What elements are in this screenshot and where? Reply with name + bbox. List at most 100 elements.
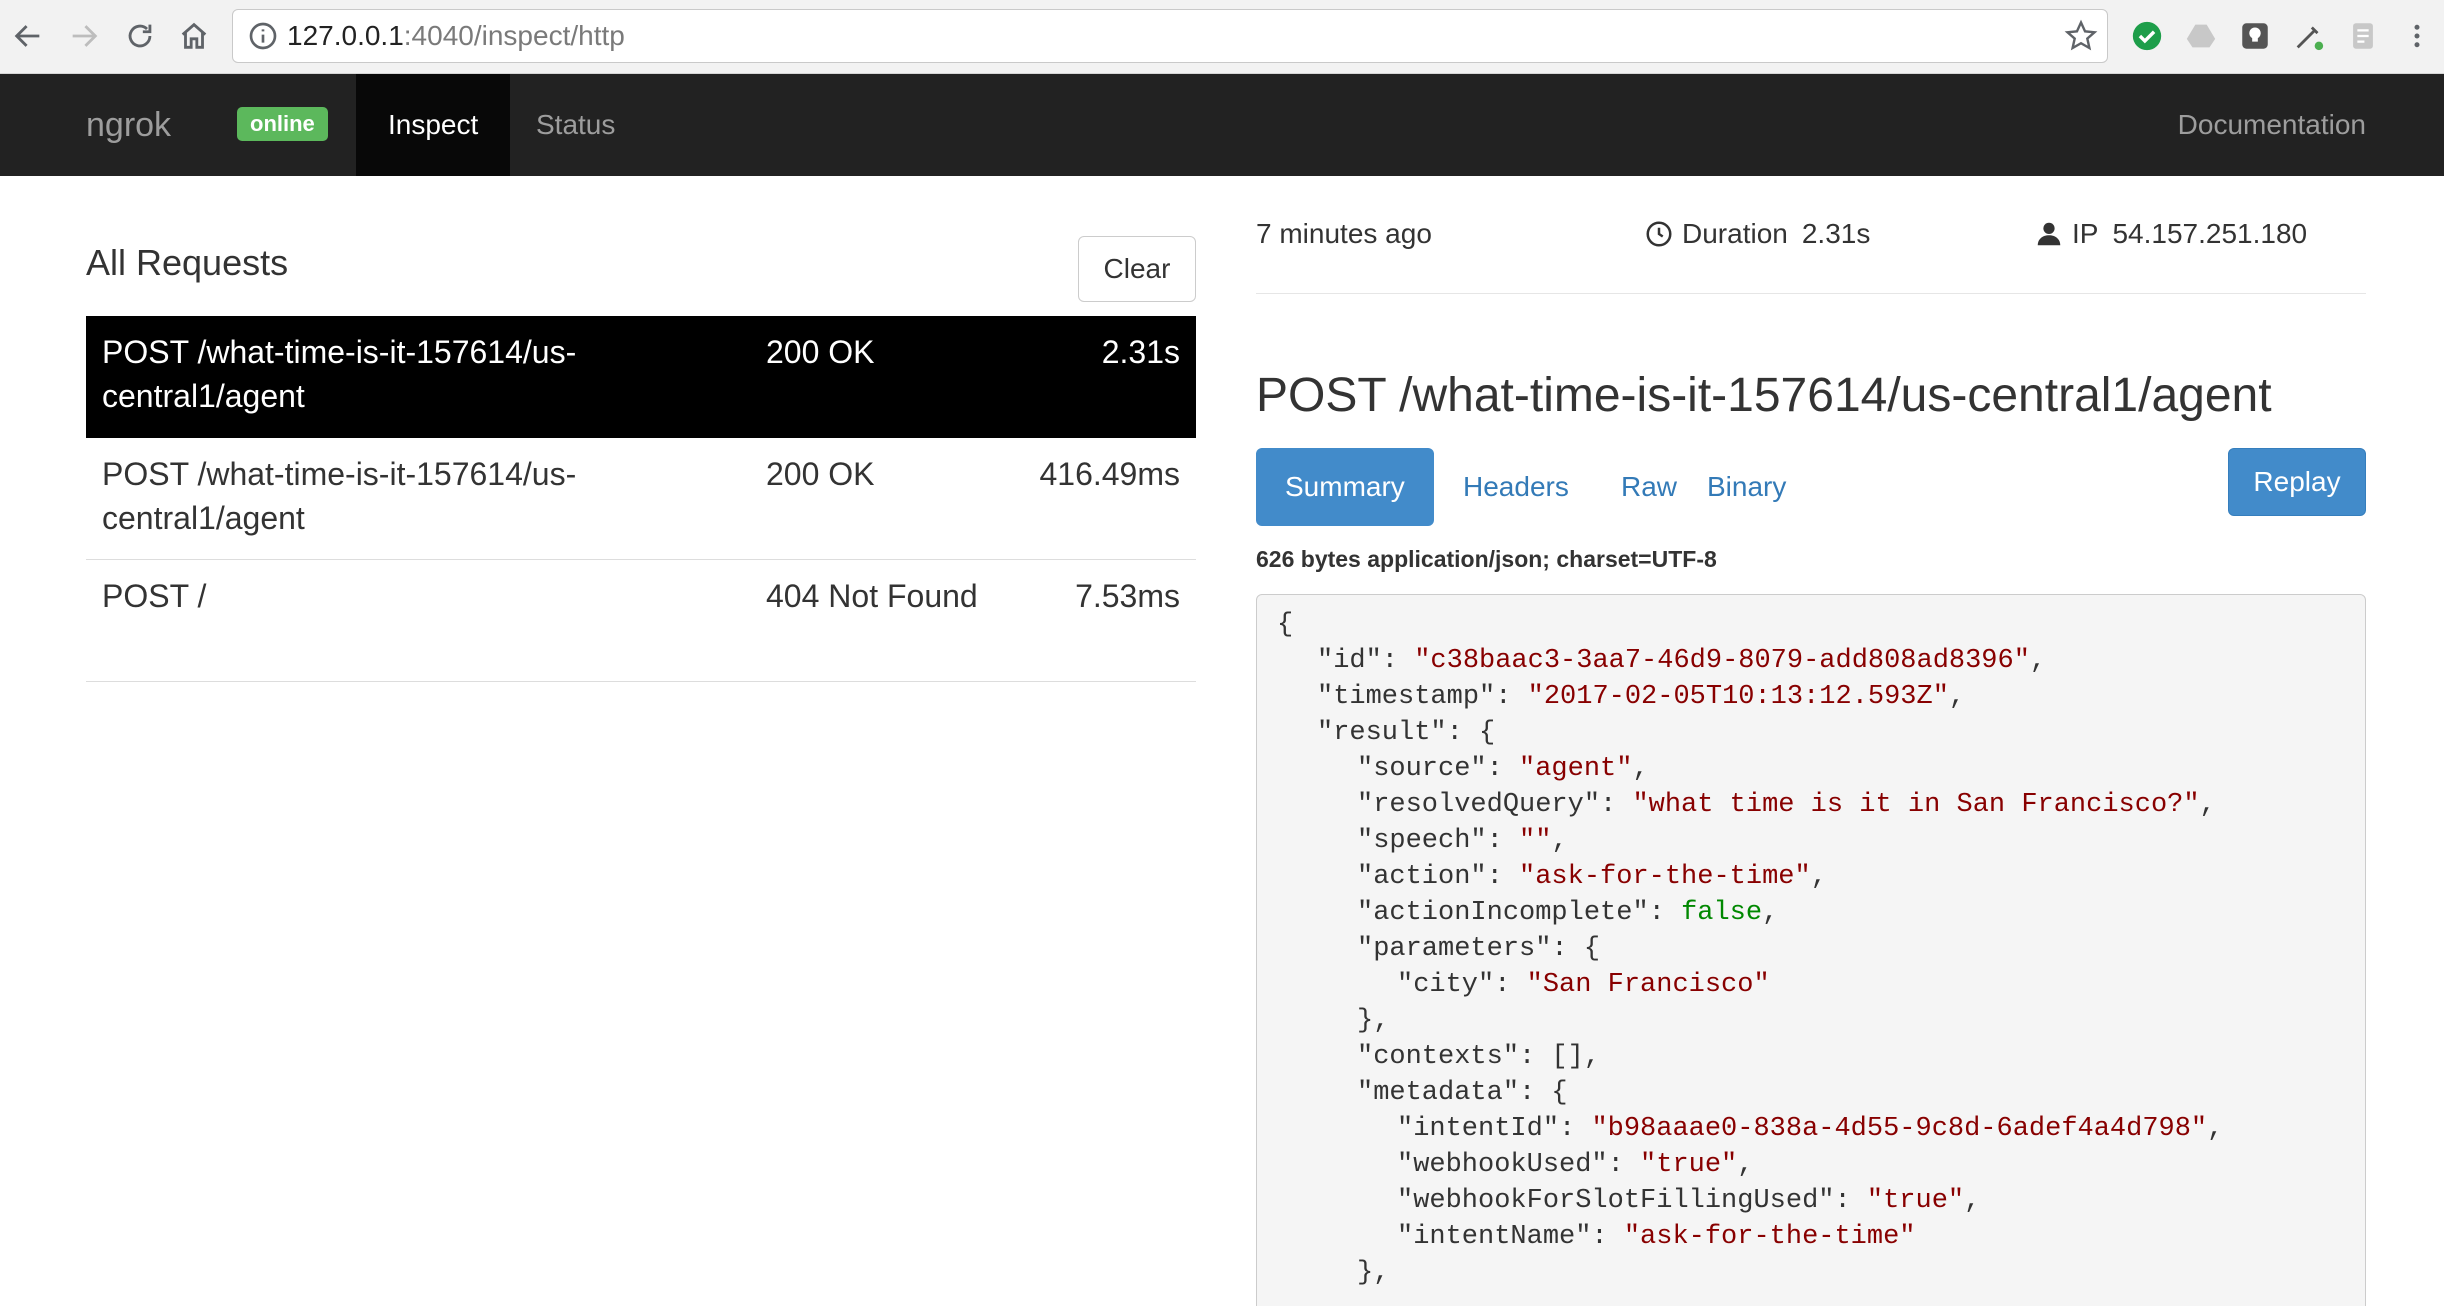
extension-check[interactable] bbox=[2128, 17, 2166, 55]
json-string: "b98aaae0-838a-4d55-9c8d-6adef4a4d798" bbox=[1591, 1114, 2208, 1144]
tab-summary[interactable]: Summary bbox=[1256, 448, 1434, 526]
json-string: "ask-for-the-time" bbox=[1623, 1222, 1916, 1252]
arrow-right-icon bbox=[72, 25, 98, 47]
pen-icon bbox=[2296, 26, 2324, 51]
json-string: "agent" bbox=[1519, 754, 1633, 784]
request-title: POST /what-time-is-it-157614/us-central1… bbox=[1256, 369, 2272, 422]
drive-icon bbox=[2186, 24, 2216, 48]
home-icon bbox=[181, 22, 207, 49]
json-string: "true" bbox=[1866, 1186, 1965, 1216]
requests-title: All Requests bbox=[86, 242, 289, 283]
json-token: , bbox=[2029, 646, 2047, 676]
json-line: }, bbox=[1277, 1003, 1389, 1039]
time-ago: 7 minutes ago bbox=[1256, 212, 1432, 256]
json-line: }, bbox=[1277, 1255, 1389, 1291]
request-duration: 2.31s bbox=[1101, 334, 1180, 370]
address-bar[interactable]: 127.0.0.1:4040/inspect/http bbox=[232, 9, 2108, 63]
home-button[interactable] bbox=[172, 14, 216, 58]
json-string: "2017-02-05T10:13:12.593Z" bbox=[1527, 682, 1949, 712]
back-button[interactable] bbox=[6, 14, 50, 58]
request-row[interactable]: POST /what-time-is-it-157614/us-central1… bbox=[86, 316, 1196, 438]
request-status: 404 Not Found bbox=[766, 578, 978, 614]
time-ago-text: 7 minutes ago bbox=[1256, 218, 1432, 249]
nav-tab-inspect[interactable]: Inspect bbox=[356, 74, 511, 176]
browser-toolbar: 127.0.0.1:4040/inspect/http bbox=[0, 0, 2444, 74]
star-icon[interactable] bbox=[2063, 18, 2099, 54]
ip-meta: IP 54.157.251.180 bbox=[2034, 212, 2307, 256]
json-token: }, bbox=[1357, 1006, 1390, 1036]
replay-button[interactable]: Replay bbox=[2228, 448, 2366, 516]
extension-drive[interactable] bbox=[2182, 17, 2220, 55]
json-token: "actionIncomplete": bbox=[1357, 898, 1682, 928]
ip-label: IP bbox=[2072, 218, 2099, 249]
info-icon[interactable] bbox=[247, 20, 279, 52]
json-token: "timestamp": bbox=[1317, 682, 1528, 712]
tab-binary[interactable]: Binary bbox=[1678, 448, 1815, 526]
json-string: "San Francisco" bbox=[1526, 970, 1770, 1000]
extension-bulb[interactable] bbox=[2236, 17, 2274, 55]
duration-value: 2.31s bbox=[1801, 218, 1871, 249]
json-line: "webhookUsed": "true", bbox=[1277, 1147, 1753, 1183]
json-string: "ask-for-the-time" bbox=[1519, 862, 1811, 892]
json-token: }, bbox=[1357, 1258, 1390, 1288]
request-duration: 7.53ms bbox=[1075, 578, 1180, 614]
reload-button[interactable] bbox=[118, 14, 162, 58]
json-line: { bbox=[1277, 607, 1293, 643]
json-line: "result": { bbox=[1277, 715, 1495, 751]
json-line: "actionIncomplete": false, bbox=[1277, 895, 1778, 931]
arrow-left-icon bbox=[14, 25, 40, 47]
clear-button[interactable]: Clear bbox=[1078, 236, 1196, 302]
json-token: "parameters": { bbox=[1357, 934, 1601, 964]
json-token: , bbox=[1964, 1186, 1981, 1216]
lightbulb-icon bbox=[2242, 23, 2268, 49]
tab-headers[interactable]: Headers bbox=[1434, 448, 1598, 526]
request-row[interactable]: POST / 404 Not Found 7.53ms bbox=[86, 560, 1196, 682]
status-badge: online bbox=[237, 107, 328, 141]
more-vertical-icon bbox=[2414, 24, 2420, 48]
request-duration: 416.49ms bbox=[1039, 456, 1180, 492]
json-token: "city": bbox=[1397, 970, 1527, 1000]
clock-icon bbox=[1646, 221, 1672, 247]
json-string: "true" bbox=[1640, 1150, 1738, 1180]
request-row[interactable]: POST /what-time-is-it-157614/us-central1… bbox=[86, 438, 1196, 560]
documentation-link[interactable]: Documentation bbox=[2178, 74, 2366, 176]
json-token: , bbox=[1632, 754, 1649, 784]
json-token: "metadata": { bbox=[1357, 1078, 1568, 1108]
request-status: 200 OK bbox=[766, 456, 875, 492]
ip-value: 54.157.251.180 bbox=[2112, 218, 2308, 249]
duration-meta: Duration 2.31s bbox=[1644, 212, 1870, 256]
json-token: "resolvedQuery": bbox=[1357, 790, 1633, 820]
json-token: "source": bbox=[1357, 754, 1520, 784]
extension-doc[interactable] bbox=[2344, 17, 2382, 55]
json-token: "intentName": bbox=[1397, 1222, 1624, 1252]
json-line: "intentName": "ask-for-the-time" bbox=[1277, 1219, 1916, 1255]
forward-button[interactable] bbox=[62, 14, 106, 58]
json-body[interactable]: {"id": "c38baac3-3aa7-46d9-8079-add808ad… bbox=[1256, 594, 2366, 1306]
json-line: "contexts": [], bbox=[1277, 1039, 1600, 1075]
browser-menu-button[interactable] bbox=[2402, 17, 2432, 55]
json-string: "" bbox=[1519, 826, 1552, 856]
json-string: "what time is it in San Francisco?" bbox=[1632, 790, 2200, 820]
reload-icon bbox=[128, 24, 152, 48]
extension-pen[interactable] bbox=[2290, 17, 2328, 55]
json-line: "resolvedQuery": "what time is it in San… bbox=[1277, 787, 2216, 823]
check-circle-icon bbox=[2132, 21, 2162, 51]
json-token: { bbox=[1277, 610, 1294, 640]
json-line: "action": "ask-for-the-time", bbox=[1277, 859, 1827, 895]
request-path: POST /what-time-is-it-157614/us-central1… bbox=[102, 456, 577, 536]
json-token: , bbox=[1948, 682, 1966, 712]
request-path: POST /what-time-is-it-157614/us-central1… bbox=[102, 334, 577, 414]
content-type: 626 bytes application/json; charset=UTF-… bbox=[1256, 546, 1717, 572]
json-line: "intentId": "b98aaae0-838a-4d55-9c8d-6ad… bbox=[1277, 1111, 2223, 1147]
json-line: "id": "c38baac3-3aa7-46d9-8079-add808ad8… bbox=[1277, 643, 2046, 679]
json-token: , bbox=[1810, 862, 1827, 892]
document-icon bbox=[2353, 23, 2373, 49]
json-line: "city": "San Francisco" bbox=[1277, 967, 1770, 1003]
brand-logo[interactable]: ngrok bbox=[86, 74, 171, 176]
json-token: "webhookForSlotFillingUsed": bbox=[1397, 1186, 1867, 1216]
json-token: "result": { bbox=[1317, 718, 1496, 748]
app-navbar: ngrok online Inspect Status Documentatio… bbox=[0, 74, 2444, 176]
json-keyword: false bbox=[1681, 898, 1763, 928]
nav-tab-status[interactable]: Status bbox=[504, 74, 647, 176]
json-line: "webhookForSlotFillingUsed": "true", bbox=[1277, 1183, 1980, 1219]
